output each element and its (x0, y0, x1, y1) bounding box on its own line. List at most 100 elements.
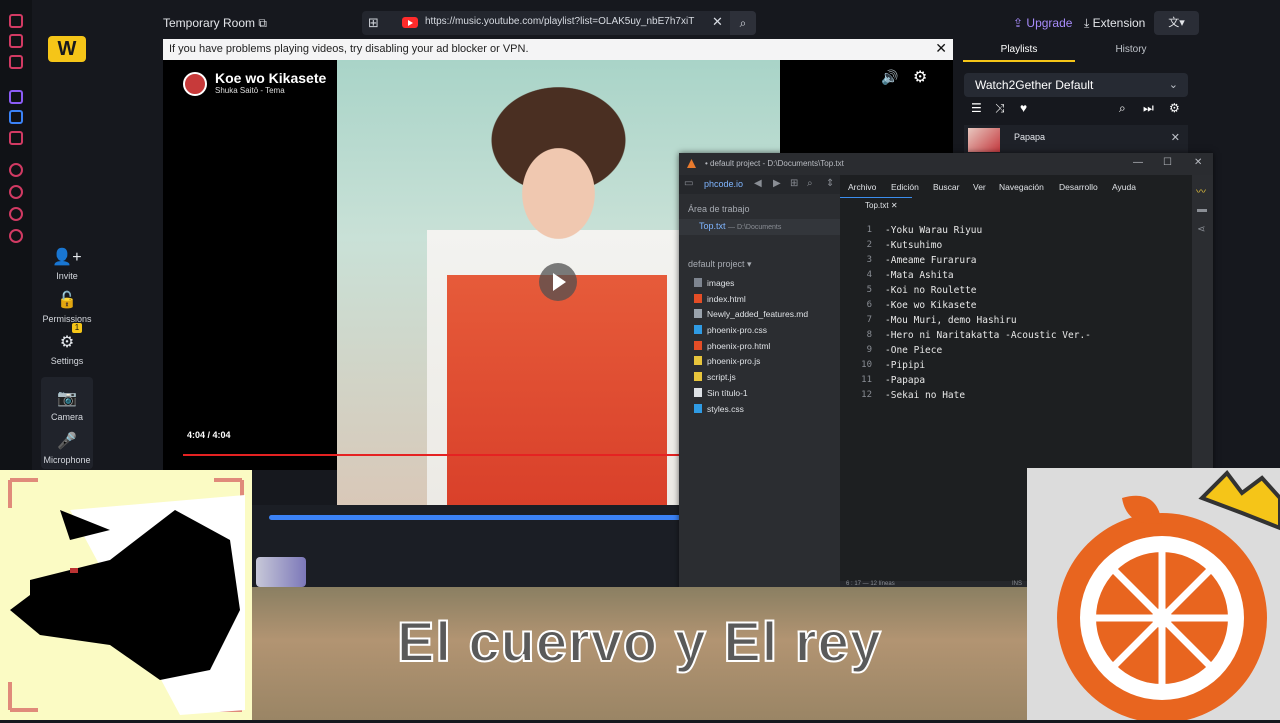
grid-icon[interactable]: ⊞ (368, 15, 386, 31)
project-dropdown[interactable]: default project ▾ (688, 259, 752, 270)
phcode-link[interactable]: phcode.io (704, 179, 743, 189)
app-icon-1[interactable] (9, 14, 23, 28)
file-tree-item[interactable]: phoenix-pro.css (694, 325, 767, 335)
search-icon[interactable]: ⌕ (730, 11, 756, 35)
menu-edicion[interactable]: Edición (891, 182, 919, 192)
code-line: -One Piece (885, 345, 943, 356)
file-tree-item[interactable]: phoenix-pro.html (694, 341, 770, 351)
menu-buscar[interactable]: Buscar (933, 182, 959, 192)
extension-button[interactable]: ⤓ Extension (1084, 16, 1145, 31)
playlist-thumbnail (968, 128, 1000, 152)
remove-icon[interactable]: ✕ (1171, 131, 1180, 144)
menu-navegacion[interactable]: Navegación (999, 182, 1044, 192)
menu-ayuda[interactable]: Ayuda (1112, 182, 1136, 192)
camera-icon: 📷 (57, 390, 77, 407)
back-icon[interactable]: ◀ (754, 178, 762, 189)
copy-icon[interactable]: ⧉ (258, 16, 267, 30)
app-icon-6[interactable] (9, 131, 23, 145)
playlist-select[interactable]: Watch2Gether Default ⌄ (964, 73, 1188, 97)
editor-tab[interactable]: Top.txt ✕ (840, 197, 912, 213)
settings-button[interactable]: ⚙ Settings 1 (41, 323, 93, 366)
sync-progress-bar[interactable] (269, 515, 681, 520)
upgrade-button[interactable]: ⇪ Upgrade (1013, 16, 1072, 30)
html-file-icon (694, 341, 702, 350)
close-icon[interactable]: ✕ (935, 40, 947, 57)
app-icon-7[interactable] (9, 163, 23, 177)
live-preview-icon[interactable]: 〰 (1196, 183, 1206, 198)
video-progress-bar[interactable] (183, 454, 703, 456)
maximize-icon[interactable]: ☐ (1163, 157, 1172, 168)
search-icon[interactable]: ⌕ (807, 178, 813, 189)
app-icon-5[interactable] (9, 110, 23, 124)
translate-icon: 文▾ (1168, 17, 1185, 29)
raven-overlay-image (0, 470, 252, 720)
playlist-item-title: Papapa (1014, 132, 1046, 142)
play-icon[interactable] (539, 263, 577, 301)
extension-manager-icon[interactable]: ▬ (1197, 204, 1207, 215)
extensions-icon[interactable]: ⊞ (790, 178, 798, 189)
working-files-heading: Área de trabajo (688, 204, 750, 214)
clear-url-icon[interactable]: ✕ (712, 14, 723, 30)
search-icon[interactable]: ⌕ (1119, 101, 1126, 116)
playlist-item[interactable]: Papapa ✕ (964, 125, 1188, 155)
file-tree-item[interactable]: styles.css (694, 404, 744, 414)
app-icon-10[interactable] (9, 229, 23, 243)
download-icon: ⤓ (1084, 16, 1090, 30)
menu-archivo[interactable]: Archivo (848, 182, 876, 192)
url-input[interactable]: https://music.youtube.com/playlist?list=… (425, 16, 695, 27)
menu-ver[interactable]: Ver (973, 182, 986, 192)
forward-icon[interactable]: ▶ (773, 178, 781, 189)
folder-icon[interactable]: ▭ (684, 178, 693, 189)
minimize-icon[interactable]: — (1133, 157, 1143, 168)
code-line: -Mou Muri, demo Hashiru (885, 315, 1017, 326)
gear-icon[interactable]: ⚙ (1169, 101, 1180, 115)
volume-icon[interactable]: 🔊 (881, 69, 898, 86)
file-tree-item[interactable]: Sin título-1 (694, 388, 748, 398)
app-icon-4[interactable] (9, 90, 23, 104)
watch2gether-logo[interactable]: W (48, 36, 86, 62)
camera-button[interactable]: 📷 Camera (41, 388, 93, 422)
close-icon[interactable]: ✕ (1194, 157, 1202, 168)
editor-sidebar-header: ▭ phcode.io ◀ ▶ ⊞ ⌕ ⇕ (679, 175, 840, 194)
working-file-item[interactable]: Top.txt — D:\Documents (679, 219, 840, 235)
microphone-icon: 🎤 (57, 433, 77, 450)
upgrade-icon: ⇪ (1013, 16, 1024, 30)
invite-button[interactable]: 👤+ Invite (41, 247, 93, 281)
close-tab-icon[interactable]: ✕ (891, 201, 898, 210)
permissions-button[interactable]: 🔓 Permissions (41, 290, 93, 324)
heart-icon[interactable]: ♥ (1020, 101, 1027, 115)
channel-avatar[interactable] (183, 72, 207, 96)
video-settings-icon[interactable]: ⚙ (913, 67, 927, 87)
url-bar[interactable]: ⊞ https://music.youtube.com/playlist?lis… (362, 11, 756, 35)
menu-desarrollo[interactable]: Desarrollo (1059, 182, 1098, 192)
app-icon-3[interactable] (9, 55, 23, 69)
raven-graphic (8, 478, 245, 715)
app-icon-2[interactable] (9, 34, 23, 48)
list-icon[interactable]: ☰ (971, 101, 982, 115)
skip-icon[interactable]: ⏭ (1143, 101, 1154, 116)
video-title[interactable]: Koe wo Kikasete (215, 70, 326, 86)
folder-icon (694, 278, 702, 287)
file-tree-item[interactable]: Newly_added_features.md (694, 309, 808, 319)
orange-crown-graphic (1057, 469, 1280, 723)
user-avatar[interactable] (256, 557, 306, 587)
file-tree-item[interactable]: index.html (694, 294, 746, 304)
css-file-icon (694, 325, 702, 334)
microphone-button[interactable]: 🎤 Microphone (41, 431, 93, 465)
file-tree-item[interactable]: phoenix-pro.js (694, 356, 760, 366)
tab-playlists[interactable]: Playlists (963, 44, 1075, 62)
file-tree-item[interactable]: images (694, 278, 734, 288)
file-tree-item[interactable]: script.js (694, 372, 736, 382)
room-title[interactable]: Temporary Room ⧉ (163, 16, 267, 31)
share-icon[interactable]: ⋖ (1197, 224, 1205, 235)
app-icon-9[interactable] (9, 207, 23, 221)
editor-sidebar: ▭ phcode.io ◀ ▶ ⊞ ⌕ ⇕ Área de trabajo To… (679, 175, 840, 590)
video-subtitle: Shuka Saitō - Tema (215, 86, 285, 95)
user-strip (252, 550, 682, 590)
shuffle-icon[interactable]: ⤨ (995, 101, 1005, 116)
sort-icon[interactable]: ⇕ (826, 178, 834, 189)
code-line: -Mata Ashita (885, 270, 954, 281)
tab-history[interactable]: History (1075, 44, 1187, 60)
app-icon-8[interactable] (9, 185, 23, 199)
language-button[interactable]: 文▾ (1154, 11, 1199, 35)
